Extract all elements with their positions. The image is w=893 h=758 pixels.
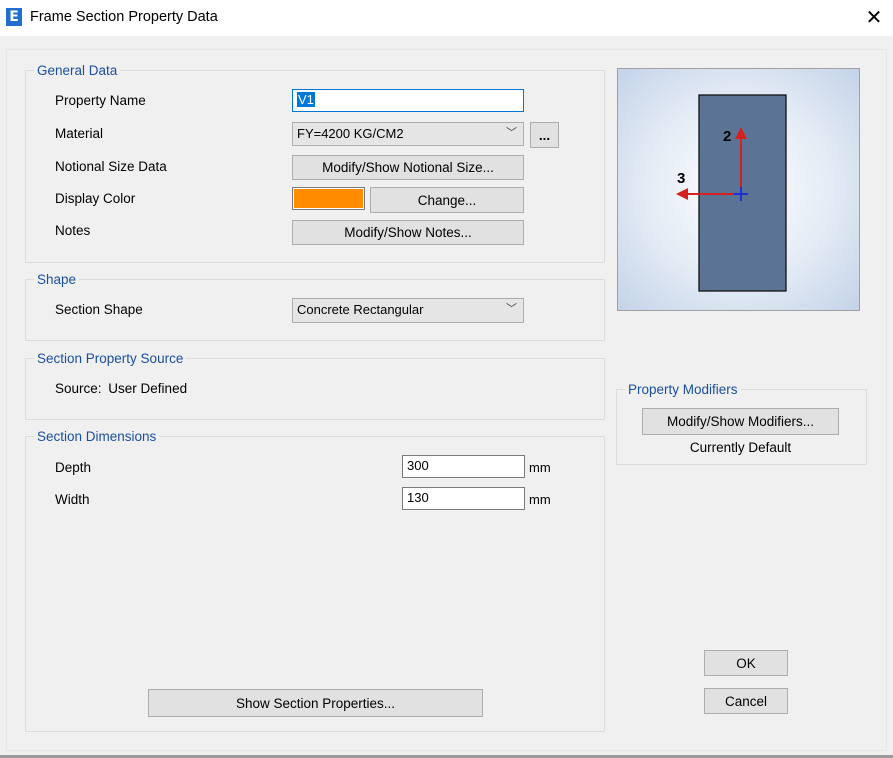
modify-notes-button[interactable]: Modify/Show Notes... bbox=[292, 220, 524, 245]
depth-label: Depth bbox=[55, 460, 92, 475]
chevron-down-icon: ﹀ bbox=[506, 302, 517, 315]
axis-3-label: 3 bbox=[677, 170, 685, 187]
modify-modifiers-button[interactable]: Modify/Show Modifiers... bbox=[642, 408, 839, 435]
section-source-legend: Section Property Source bbox=[34, 350, 187, 367]
cancel-button[interactable]: Cancel bbox=[704, 688, 788, 714]
property-name-input[interactable]: V1 bbox=[292, 89, 524, 112]
material-select[interactable]: FY=4200 KG/CM2 ﹀ bbox=[292, 122, 524, 146]
source-key: Source: bbox=[55, 381, 102, 396]
material-value: FY=4200 KG/CM2 bbox=[297, 126, 404, 141]
show-section-properties-button[interactable]: Show Section Properties... bbox=[148, 689, 483, 717]
title-bar: E Frame Section Property Data ✕ bbox=[0, 0, 893, 36]
modify-notional-size-button[interactable]: Modify/Show Notional Size... bbox=[292, 155, 524, 180]
chevron-down-icon: ﹀ bbox=[506, 126, 517, 139]
material-label: Material bbox=[55, 126, 104, 141]
color-swatch-fill bbox=[294, 189, 363, 208]
notes-label: Notes bbox=[55, 223, 91, 238]
section-preview: 2 3 bbox=[617, 68, 860, 311]
axis-2-label: 2 bbox=[723, 128, 731, 145]
section-dimensions-group: Section Dimensions bbox=[25, 428, 605, 732]
width-label: Width bbox=[55, 492, 90, 507]
section-shape-select[interactable]: Concrete Rectangular ﹀ bbox=[292, 298, 524, 323]
property-name-label: Property Name bbox=[55, 93, 146, 108]
depth-unit: mm bbox=[529, 460, 551, 475]
source-label: Source: User Defined bbox=[55, 381, 187, 397]
display-color-swatch[interactable] bbox=[292, 187, 365, 210]
close-icon[interactable]: ✕ bbox=[863, 6, 885, 28]
section-shape-value: Concrete Rectangular bbox=[297, 302, 424, 317]
axis-3-arrowhead bbox=[676, 188, 688, 200]
section-shape-label: Section Shape bbox=[55, 302, 143, 317]
display-color-label: Display Color bbox=[55, 191, 136, 206]
window-title: Frame Section Property Data bbox=[30, 9, 218, 25]
etabs-app-icon: E bbox=[6, 8, 22, 26]
change-color-button[interactable]: Change... bbox=[370, 187, 524, 213]
modifiers-status: Currently Default bbox=[689, 440, 792, 455]
ok-button[interactable]: OK bbox=[704, 650, 788, 676]
property-name-value: V1 bbox=[297, 92, 315, 107]
section-dimensions-legend: Section Dimensions bbox=[34, 428, 160, 445]
material-more-button[interactable]: ... bbox=[530, 122, 559, 148]
notional-size-label: Notional Size Data bbox=[55, 159, 167, 174]
section-preview-canvas: 2 3 bbox=[676, 94, 787, 292]
width-input[interactable]: 130 bbox=[402, 487, 525, 510]
depth-input[interactable]: 300 bbox=[402, 455, 525, 478]
source-value: User Defined bbox=[108, 381, 188, 396]
property-modifiers-legend: Property Modifiers bbox=[625, 381, 741, 398]
shape-legend: Shape bbox=[34, 271, 80, 288]
width-unit: mm bbox=[529, 492, 551, 507]
general-data-legend: General Data bbox=[34, 62, 121, 79]
